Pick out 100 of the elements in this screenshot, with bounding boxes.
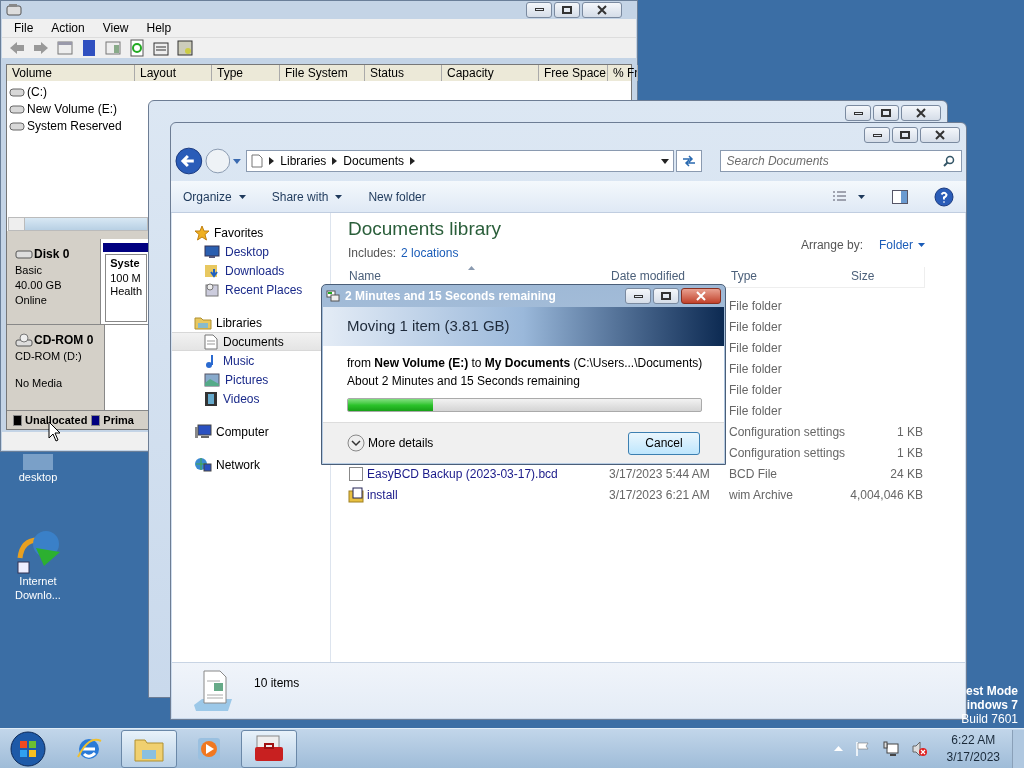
clock-date[interactable]: 3/17/2023 xyxy=(946,748,1000,766)
close-button[interactable] xyxy=(901,105,941,121)
file-date: 3/17/2023 5:44 AM xyxy=(609,467,710,481)
file-type: Configuration settings xyxy=(729,425,846,439)
chevron-icon[interactable] xyxy=(332,157,338,165)
file-row[interactable]: EasyBCD Backup (2023-03-17).bcd 3/17/2023 5:44 AM BCD File 24 KB xyxy=(348,463,925,485)
toolbar-button[interactable]: Organize xyxy=(183,187,246,206)
close-button[interactable] xyxy=(920,127,960,143)
dropdown-caret-icon xyxy=(335,194,343,199)
column-header[interactable]: Size xyxy=(849,266,925,287)
file-size: 1 KB xyxy=(897,446,923,460)
partition-name: Syste xyxy=(110,256,141,272)
address-bar[interactable]: Libraries Documents xyxy=(246,150,674,172)
test-mode-text: est Mode xyxy=(966,684,1018,698)
start-button[interactable] xyxy=(9,729,47,768)
cancel-button[interactable]: Cancel xyxy=(628,431,700,455)
computer-icon xyxy=(194,423,212,440)
minimize-button[interactable] xyxy=(526,1,552,18)
menu-item[interactable]: File xyxy=(6,18,42,37)
film-icon xyxy=(204,390,218,407)
expand-chevron-icon xyxy=(347,434,365,452)
desktop-shortcut[interactable]: desktop xyxy=(10,454,66,484)
desktop-shortcut[interactable]: Internet Downlo... xyxy=(10,528,66,602)
file-size: 24 KB xyxy=(890,467,923,481)
view-options-icon[interactable] xyxy=(832,189,866,204)
column-header[interactable]: Free Space xyxy=(539,65,608,82)
horizontal-scrollbar[interactable] xyxy=(8,217,148,232)
preview-pane-icon[interactable] xyxy=(892,189,908,204)
column-header[interactable]: Status xyxy=(365,65,442,82)
breadcrumb-item[interactable]: Libraries xyxy=(280,152,327,170)
chevron-icon[interactable] xyxy=(269,157,275,165)
nav-group-label[interactable]: Libraries xyxy=(216,313,263,332)
partition-info: 100 M xyxy=(110,271,142,285)
column-header[interactable]: File System xyxy=(280,65,365,82)
minimize-button[interactable] xyxy=(625,288,651,304)
close-button[interactable] xyxy=(582,1,622,18)
nav-item[interactable]: Desktop xyxy=(172,242,330,261)
refresh-icon[interactable] xyxy=(128,39,146,57)
cd-drive-icon xyxy=(15,333,33,348)
nav-group-label[interactable]: Network xyxy=(216,455,260,474)
includes-label: Includes: xyxy=(348,244,397,262)
taskbar-app-button[interactable] xyxy=(121,729,177,768)
search-field[interactable]: Search Documents xyxy=(719,150,962,172)
nav-group-label[interactable]: Computer xyxy=(216,422,269,441)
network-icon xyxy=(194,456,212,473)
toolbar-button[interactable]: Share with xyxy=(271,187,343,206)
muted-speaker-icon[interactable] xyxy=(910,740,929,757)
column-header[interactable]: Capacity xyxy=(442,65,539,82)
column-header[interactable]: Volume xyxy=(7,65,135,82)
dialog-title: 2 Minutes and 15 Seconds remaining xyxy=(345,288,557,305)
download-folder-icon xyxy=(204,262,220,279)
drive-name[interactable]: System Reserved xyxy=(27,116,122,135)
column-header[interactable]: Layout xyxy=(135,65,212,82)
drive-name[interactable]: New Volume (E:) xyxy=(27,99,118,118)
sort-arrow-icon xyxy=(468,265,475,270)
arrange-dropdown[interactable]: Folder xyxy=(879,235,925,254)
file-type: BCD File xyxy=(729,467,777,481)
column-header[interactable]: Type xyxy=(729,266,849,287)
clock-time[interactable]: 6:22 AM xyxy=(951,731,996,749)
item-count: 10 items xyxy=(254,675,300,692)
breadcrumb-item[interactable]: Documents xyxy=(343,152,405,170)
maximize-button[interactable] xyxy=(554,1,580,18)
test-mode-text: indows 7 xyxy=(966,698,1018,712)
document-icon xyxy=(251,154,264,168)
drive-name[interactable]: (C:) xyxy=(27,82,47,101)
locations-link[interactable]: 2 locations xyxy=(401,243,459,262)
close-icon xyxy=(934,130,946,140)
nav-group-label[interactable]: Favorites xyxy=(214,223,264,242)
close-button[interactable] xyxy=(681,288,721,304)
network-icon[interactable] xyxy=(882,740,899,757)
dialog-heading: Moving 1 item (3.81 GB) xyxy=(347,316,510,337)
maximize-button[interactable] xyxy=(892,127,918,143)
chevron-icon[interactable] xyxy=(410,157,416,165)
recent-places-icon xyxy=(204,281,220,298)
minimize-button[interactable] xyxy=(845,105,871,121)
close-icon xyxy=(596,4,608,15)
file-type: Configuration settings xyxy=(729,446,846,460)
refresh-button[interactable] xyxy=(675,150,702,172)
close-icon xyxy=(915,108,927,118)
column-header[interactable]: Type xyxy=(212,65,280,82)
play-button-icon xyxy=(196,735,222,762)
dropdown-caret-icon[interactable] xyxy=(660,158,669,164)
more-details-toggle[interactable]: More details xyxy=(347,434,434,452)
menu-item[interactable]: View xyxy=(94,18,137,37)
menu-item[interactable]: Action xyxy=(43,18,93,37)
toolbar-button[interactable]: New folder xyxy=(368,187,426,206)
nav-item[interactable]: Downloads xyxy=(172,261,330,280)
partition-block[interactable]: Syste 100 M Health xyxy=(105,254,147,323)
back-button[interactable] xyxy=(175,147,203,175)
maximize-button[interactable] xyxy=(653,288,679,304)
column-header[interactable]: Name xyxy=(348,266,609,287)
file-row[interactable]: install 3/17/2023 6:21 AM wim Archive 4,004,046 KB xyxy=(348,484,925,506)
maximize-button[interactable] xyxy=(873,105,899,121)
partition-bar xyxy=(103,243,149,253)
taskbar-app-button[interactable] xyxy=(241,729,297,768)
minimize-button[interactable] xyxy=(864,127,890,143)
menu-item[interactable]: Help xyxy=(138,18,180,37)
column-header[interactable]: Date modified xyxy=(609,266,729,287)
properties-icon[interactable] xyxy=(152,39,170,57)
drive-icon xyxy=(9,120,25,131)
